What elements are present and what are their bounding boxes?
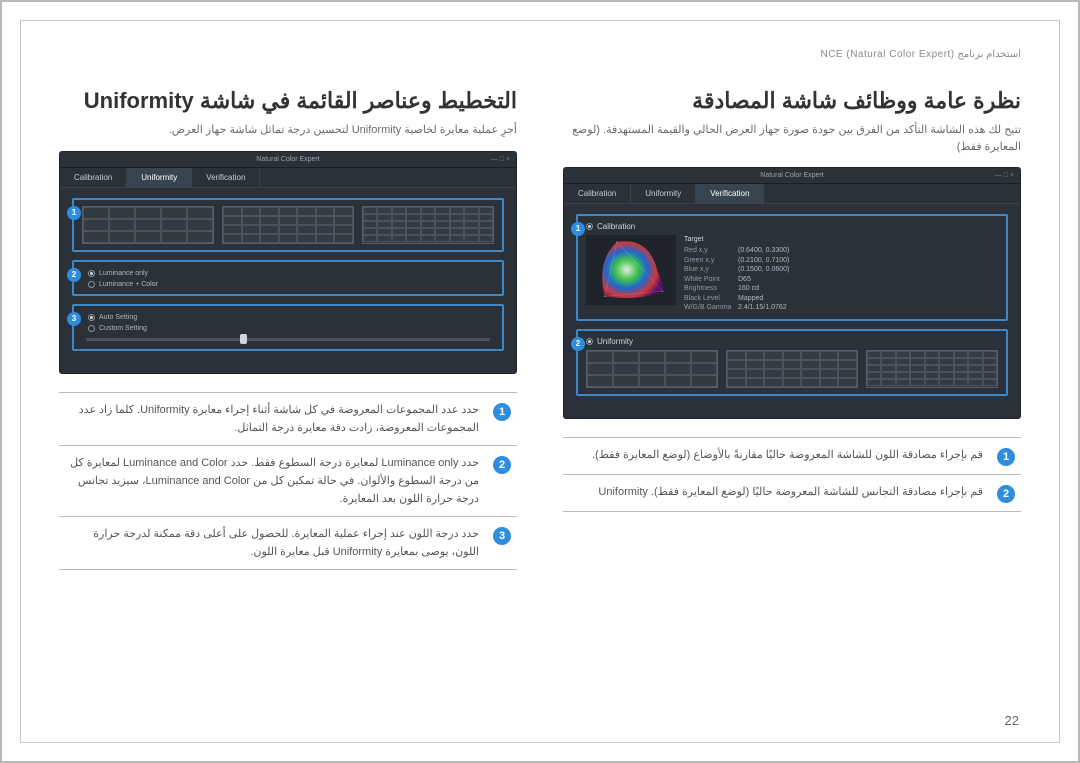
badge-icon: 1	[67, 206, 81, 220]
radio-custom-setting[interactable]: Custom Setting	[82, 323, 494, 334]
desc-row: 3 حدد درجة اللون عند إجراء عملية المعاير…	[59, 517, 517, 570]
desc-text: حدد درجة اللون عند إجراء عملية المعايرة.…	[65, 525, 479, 561]
radio-icon[interactable]	[88, 270, 95, 277]
panel-setting: 3 Auto Setting Custom Setting	[72, 304, 504, 351]
grid-option-large[interactable]	[362, 206, 494, 244]
grid-option-medium[interactable]	[222, 206, 354, 244]
desc-row: 2 حدد Luminance only لمعايرة درجة السطوع…	[59, 446, 517, 517]
app-body: 1 Calibration	[564, 204, 1020, 418]
window-titlebar: Natural Color Expert	[564, 168, 1020, 184]
two-column-layout: التخطيط وعناصر القائمة في شاشة Uniformit…	[59, 88, 1021, 570]
panel-mode: 2 Luminance only Luminance + Color	[72, 260, 504, 296]
desc-row: 2 قم بإجراء مصادقة التجانس للشاشة المعرو…	[563, 475, 1021, 512]
badge-icon: 2	[571, 337, 585, 351]
number-badge: 3	[493, 527, 511, 545]
panel-heading: Calibration	[586, 222, 998, 235]
section-subtitle-right: أجرِ عملية معايرة لخاصية Uniformity لتحس…	[59, 122, 517, 139]
badge-icon: 1	[571, 222, 585, 236]
tab-uniformity[interactable]: Uniformity	[631, 184, 696, 203]
panel-calibration-target: 1 Calibration	[576, 214, 1008, 321]
desc-text: حدد عدد المجموعات المعروضة في كل شاشة أث…	[65, 401, 479, 437]
desc-text: قم بإجراء مصادقة اللون للشاشة المعروضة ح…	[569, 446, 983, 464]
grid-preview-small	[586, 350, 718, 388]
section-subtitle-left: تتيح لك هذه الشاشة التأكد من الفرق بين ج…	[563, 122, 1021, 155]
radio-icon[interactable]	[88, 281, 95, 288]
radio-luminance-only[interactable]: Luminance only	[82, 268, 494, 279]
tab-verification[interactable]: Verification	[696, 184, 764, 203]
desc-row: 1 حدد عدد المجموعات المعروضة في كل شاشة …	[59, 393, 517, 446]
radio-luminance-color[interactable]: Luminance + Color	[82, 279, 494, 290]
left-column: نظرة عامة ووظائف شاشة المصادقة تتيح لك ه…	[563, 88, 1021, 570]
panel-uniformity-verify: 2 Uniformity	[576, 329, 1008, 396]
number-badge: 1	[493, 403, 511, 421]
number-badge: 2	[997, 485, 1015, 503]
radio-icon[interactable]	[88, 314, 95, 321]
radio-icon	[586, 338, 593, 345]
tab-calibration[interactable]: Calibration	[564, 184, 631, 203]
desc-text: حدد Luminance only لمعايرة درجة السطوع ف…	[65, 454, 479, 508]
tab-calibration[interactable]: Calibration	[60, 168, 127, 187]
panel-grids: 1	[72, 198, 504, 252]
page-number: 22	[1005, 713, 1019, 728]
slider-thumb-icon[interactable]	[240, 334, 247, 344]
radio-icon[interactable]	[88, 325, 95, 332]
grid-option-small[interactable]	[82, 206, 214, 244]
panel-heading: Uniformity	[586, 337, 998, 350]
right-column: التخطيط وعناصر القائمة في شاشة Uniformit…	[59, 88, 517, 570]
gamut-chart	[586, 235, 676, 305]
header-breadcrumb: استخدام برنامج NCE (Natural Color Expert…	[59, 49, 1021, 60]
grid-preview-medium	[726, 350, 858, 388]
screenshot-verification: Natural Color Expert Calibration Uniform…	[563, 167, 1021, 419]
tab-bar: Calibration Uniformity Verification	[564, 184, 1020, 204]
number-badge: 1	[997, 448, 1015, 466]
slider[interactable]	[86, 338, 490, 341]
target-values: Target Red x,y(0.6400, 0.3300) Green x,y…	[684, 235, 998, 313]
tab-bar: Calibration Uniformity Verification	[60, 168, 516, 188]
desc-table-right: 1 حدد عدد المجموعات المعروضة في كل شاشة …	[59, 392, 517, 571]
window-titlebar: Natural Color Expert	[60, 152, 516, 168]
app-body: 1	[60, 188, 516, 373]
grid-preview-large	[866, 350, 998, 388]
badge-icon: 3	[67, 312, 81, 326]
page-inner: استخدام برنامج NCE (Natural Color Expert…	[20, 20, 1060, 743]
target-heading: Target	[684, 235, 998, 246]
badge-icon: 2	[67, 268, 81, 282]
screenshot-uniformity: Natural Color Expert Calibration Uniform…	[59, 151, 517, 374]
section-title-left: نظرة عامة ووظائف شاشة المصادقة	[563, 88, 1021, 114]
radio-auto-setting[interactable]: Auto Setting	[82, 312, 494, 323]
desc-table-left: 1 قم بإجراء مصادقة اللون للشاشة المعروضة…	[563, 437, 1021, 512]
desc-text: قم بإجراء مصادقة التجانس للشاشة المعروضة…	[569, 483, 983, 501]
tab-verification[interactable]: Verification	[192, 168, 260, 187]
desc-row: 1 قم بإجراء مصادقة اللون للشاشة المعروضة…	[563, 438, 1021, 475]
page-outer: استخدام برنامج NCE (Natural Color Expert…	[0, 0, 1080, 763]
radio-icon	[586, 223, 593, 230]
number-badge: 2	[493, 456, 511, 474]
section-title-right: التخطيط وعناصر القائمة في شاشة Uniformit…	[59, 88, 517, 114]
slider-row	[82, 334, 494, 345]
tab-uniformity[interactable]: Uniformity	[127, 168, 192, 187]
